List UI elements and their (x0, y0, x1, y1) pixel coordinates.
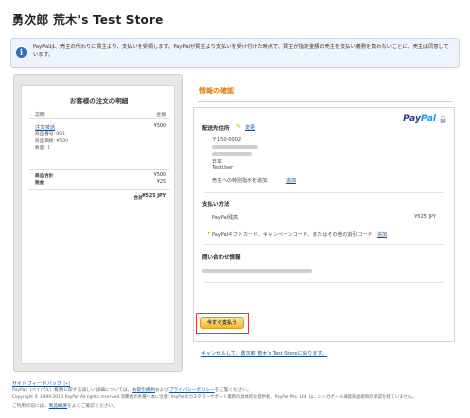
divider (204, 192, 444, 193)
review-title: 情報の確認 (199, 87, 234, 95)
pencil-icon: ✎ (236, 123, 242, 130)
item-name-link[interactable]: 注文技話 (35, 124, 55, 131)
description-column-header: 説明 (35, 113, 45, 118)
item-number: 商品番号: 001 (35, 132, 66, 137)
order-summary-card: お客様の注文の明細 説明 金額 注文技話 ¥500 商品番号: 001 商品価格… (21, 85, 175, 364)
contact-email-redacted (202, 268, 312, 274)
seller-instructions-label: 売主への特別指示を追加: (212, 178, 269, 184)
tax-label: 税金 (35, 181, 45, 186)
order-summary-title: お客様の注文の明細 (69, 97, 129, 105)
add-promo-link[interactable]: 追加 (377, 231, 387, 238)
edit-address-link[interactable]: 変更 (245, 124, 255, 131)
divider (28, 169, 170, 170)
country: 日本 (212, 159, 223, 165)
pay-now-highlight: 今すぐ支払う (196, 313, 249, 334)
footer-copyright: Copyright © 1999-2011 PayPal All rights … (12, 395, 417, 400)
address-redacted (212, 144, 258, 150)
promo-text: PayPalギフトカード、キャンペーンコード、またはその他の割引コード (212, 232, 373, 238)
item-quantity: 数量: 1 (35, 146, 51, 151)
info-notice: i PayPalは、売主の代わりに買主より、支払いを受領します。PayPalが買… (10, 38, 460, 68)
divider (198, 101, 452, 102)
address-redacted (212, 151, 252, 157)
contact-info-heading: 問い合わせ情報 (202, 255, 241, 261)
payment-amount: ¥525 JPY (414, 214, 436, 220)
divider (28, 189, 170, 190)
notice-text: PayPalは、売主の代わりに買主より、支払いを受領します。PayPalが買主よ… (33, 44, 449, 58)
footer-notice: ご利用の前には、製品概要をよくご確認ください。 (12, 404, 118, 409)
amount-column-header: 金額 (156, 113, 166, 118)
shipping-address-heading: 配送先住所 (202, 126, 230, 132)
bullet-icon: • (207, 230, 211, 237)
subtotal-label: 商品合計 (35, 174, 54, 179)
review-panel: PayPal 配送先住所 ✎ 変更 〒150-0002 日本 TestUser … (193, 107, 455, 342)
payment-method: PayPal残高 (212, 215, 239, 221)
footer-terms: PayPal（ペイパル）概要に関する詳しい詳細については、お取引規約およびプライ… (12, 388, 252, 393)
privacy-policy-link[interactable]: プライバシーポリシー (169, 388, 215, 393)
pay-now-button[interactable]: 今すぐ支払う (200, 317, 244, 329)
total-value: ¥525 JPY (142, 194, 166, 199)
lock-icon (440, 116, 446, 123)
divider (28, 118, 170, 119)
postal-code: 〒150-0002 (212, 137, 242, 143)
add-instructions-link[interactable]: 追加 (286, 177, 296, 184)
item-amount: ¥500 (153, 124, 166, 129)
payment-method-heading: 支払い方法 (202, 202, 230, 208)
info-icon: i (16, 47, 27, 58)
divider (204, 244, 444, 245)
user-name: TestUser (212, 165, 234, 171)
store-title: 勇次郎 荒木's Test Store (12, 13, 164, 27)
item-price: 商品価格: ¥500 (35, 139, 69, 144)
tax-value: ¥25 (156, 180, 166, 185)
site-feedback-link[interactable]: サイトフィードバック [+] (12, 380, 70, 387)
divider (204, 282, 444, 283)
cancel-return-link[interactable]: キャンセルして、勇次郎 荒木's Test Storeに戻ります。 (201, 350, 327, 357)
product-overview-link[interactable]: 製品概要 (49, 404, 67, 409)
terms-link[interactable]: お取引規約 (132, 388, 155, 393)
paypal-logo: PayPal (403, 114, 436, 124)
subtotal-value: ¥500 (153, 173, 166, 178)
